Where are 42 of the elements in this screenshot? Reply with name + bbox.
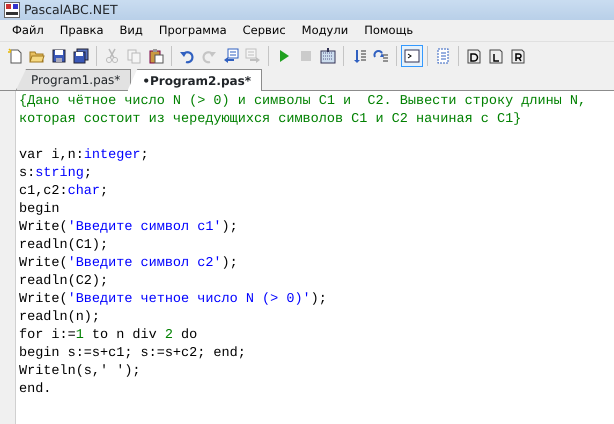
code-line: s:string; <box>19 165 92 183</box>
code-line: c1,c2:char; <box>19 183 108 201</box>
list-arrow-right-icon <box>245 48 261 64</box>
menu-item[interactable]: Правка <box>52 22 112 40</box>
document-list-icon <box>435 48 451 64</box>
console-window-icon <box>404 48 420 64</box>
document-r-icon <box>510 48 526 64</box>
code-line: которая состоит из чередующихся символов C1 и C2 начиная с C1} <box>19 111 522 129</box>
menu-item[interactable]: Модули <box>294 22 356 40</box>
clipboard-icon <box>148 48 164 64</box>
new-file-icon <box>7 48 23 64</box>
code-line: Write('Введите символ c2'); <box>19 255 238 273</box>
menu-item[interactable]: Файл <box>4 22 52 40</box>
document-l-icon <box>488 48 504 64</box>
code-line: readln(C2); <box>19 273 108 291</box>
app-logo-icon <box>4 2 20 18</box>
code-line: Write('Введите четное число N (> 0)'); <box>19 291 327 309</box>
code-line: begin <box>19 201 60 219</box>
code-line: readln(C1); <box>19 237 108 255</box>
window-grid-icon <box>320 48 336 64</box>
scissors-icon <box>104 48 120 64</box>
toolbar-button[interactable] <box>401 44 423 66</box>
code-line: var i,n:integer; <box>19 147 149 165</box>
code-line: begin s:=s+c1; s:=s+c2; end; <box>19 345 246 363</box>
code-line: Writeln(s,' '); <box>19 363 141 381</box>
menu-item[interactable]: Помощь <box>356 22 422 40</box>
code-line: for i:=1 to n div 2 do <box>19 327 198 345</box>
floppy-disks-icon <box>73 48 89 64</box>
list-arrow-left-icon <box>223 48 239 64</box>
window-title: PascalABC.NET <box>24 0 118 19</box>
step-over-icon <box>373 48 389 64</box>
code-line: {Дано чётное число N (> 0) и символы C1 и C2. Вывести строку длины N, <box>19 93 586 111</box>
code-line: end. <box>19 381 52 399</box>
code-line: readln(n); <box>19 309 100 327</box>
file-tab[interactable]: •Program2.pas* <box>127 69 262 91</box>
code-line: Write('Введите символ c1'); <box>19 219 238 237</box>
menu-item[interactable]: Программа <box>150 22 235 40</box>
document-d-icon <box>466 48 482 64</box>
menu-item[interactable]: Сервис <box>234 22 294 40</box>
file-tab[interactable]: Program1.pas* <box>16 69 132 90</box>
copy-icon <box>126 48 142 64</box>
menu-item[interactable]: Вид <box>112 22 151 40</box>
